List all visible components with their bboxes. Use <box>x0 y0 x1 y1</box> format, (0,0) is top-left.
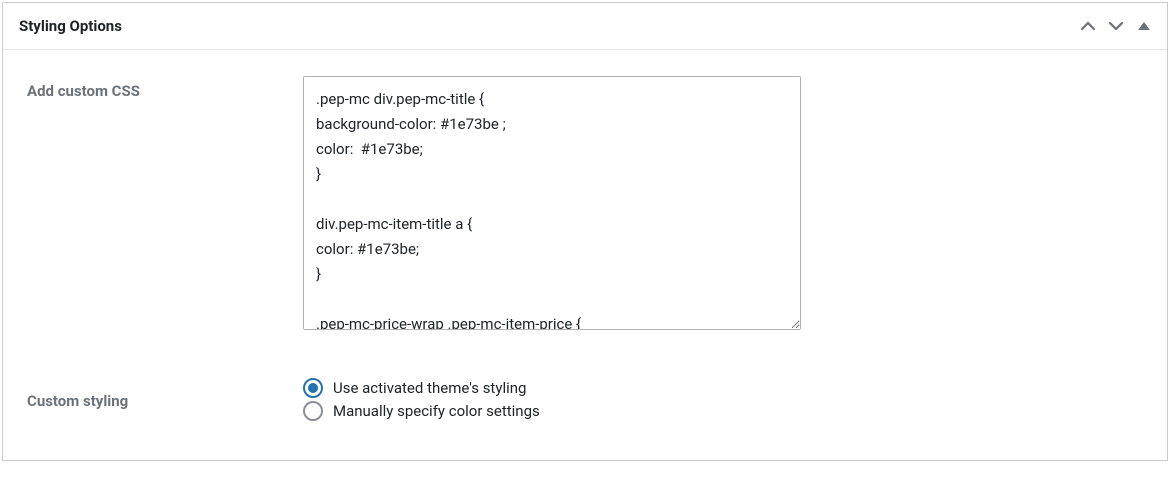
chevron-up-icon[interactable] <box>1081 19 1095 33</box>
custom-css-control <box>303 76 1143 334</box>
chevron-down-icon[interactable] <box>1109 19 1123 33</box>
panel-header-controls <box>1081 19 1151 33</box>
panel-header: Styling Options <box>3 3 1167 50</box>
radio-circle-icon <box>303 401 323 421</box>
custom-css-label: Add custom CSS <box>27 76 303 100</box>
triangle-up-icon[interactable] <box>1137 19 1151 33</box>
custom-styling-radio-group: Use activated theme's styling Manually s… <box>303 378 1143 424</box>
field-row-custom-css: Add custom CSS <box>27 76 1143 334</box>
radio-option-manual[interactable]: Manually specify color settings <box>303 401 1143 421</box>
radio-circle-icon <box>303 378 323 398</box>
panel-body: Add custom CSS Custom styling Use activa… <box>3 50 1167 460</box>
custom-css-textarea[interactable] <box>303 76 801 330</box>
styling-options-panel: Styling Options Add custom CSS Custom st… <box>2 2 1168 461</box>
row-spacer <box>27 334 1143 378</box>
radio-option-use-theme[interactable]: Use activated theme's styling <box>303 378 1143 398</box>
panel-title: Styling Options <box>19 17 122 35</box>
radio-dot-icon <box>308 383 318 393</box>
field-row-custom-styling: Custom styling Use activated theme's sty… <box>27 378 1143 424</box>
radio-label-manual: Manually specify color settings <box>333 402 540 420</box>
radio-label-use-theme: Use activated theme's styling <box>333 379 526 397</box>
custom-styling-label: Custom styling <box>27 378 303 410</box>
